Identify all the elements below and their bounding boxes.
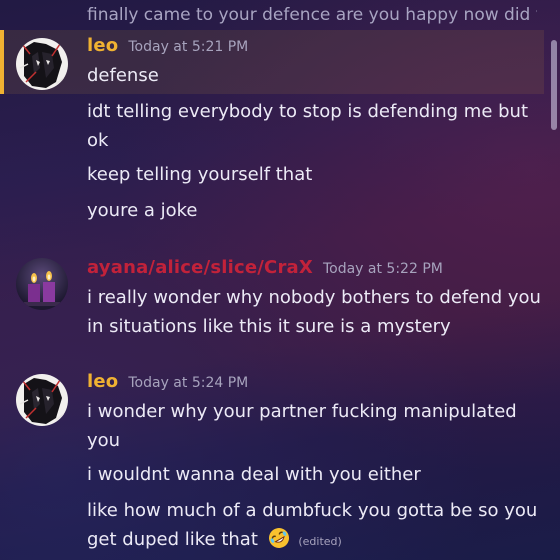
message-list[interactable]: finally came to your defence are you hap… [0, 0, 560, 560]
timestamp[interactable]: Today at 5:21 PM [128, 39, 248, 55]
dark-manga-avatar-icon [16, 38, 68, 90]
previous-message-text: finally came to your defence are you hap… [87, 5, 537, 25]
message-header: ayana/alice/slice/CraX Today at 5:22 PM [87, 257, 443, 278]
avatar[interactable] [16, 38, 68, 90]
username[interactable]: ayana/alice/slice/CraX [87, 257, 313, 278]
timestamp[interactable]: Today at 5:24 PM [128, 375, 248, 391]
message-text: keep telling yourself that [87, 164, 313, 185]
message-text: defense [87, 65, 159, 86]
scrollbar-thumb[interactable] [551, 40, 557, 130]
message-text: i wouldnt wanna deal with you either [87, 464, 421, 485]
avatar[interactable] [16, 374, 68, 426]
message-text: youre a joke [87, 200, 198, 221]
rofl-emoji-icon [268, 528, 289, 548]
message-header: leo Today at 5:21 PM [87, 35, 248, 56]
username[interactable]: leo [87, 35, 118, 56]
username[interactable]: leo [87, 371, 118, 392]
message-line: like how much of a dumbfuck you gotta be… [87, 496, 542, 556]
dark-manga-avatar-icon [16, 374, 68, 426]
avatar[interactable] [16, 258, 68, 310]
timestamp[interactable]: Today at 5:22 PM [323, 261, 443, 277]
message-text: i really wonder why nobody bothers to de… [87, 287, 541, 337]
edited-label: (edited) [298, 535, 342, 548]
candles-avatar-icon [16, 258, 68, 310]
message-text: idt telling everybody to stop is defendi… [87, 101, 528, 151]
message-header: leo Today at 5:24 PM [87, 371, 248, 392]
message-text: i wonder why your partner fucking manipu… [87, 401, 517, 451]
